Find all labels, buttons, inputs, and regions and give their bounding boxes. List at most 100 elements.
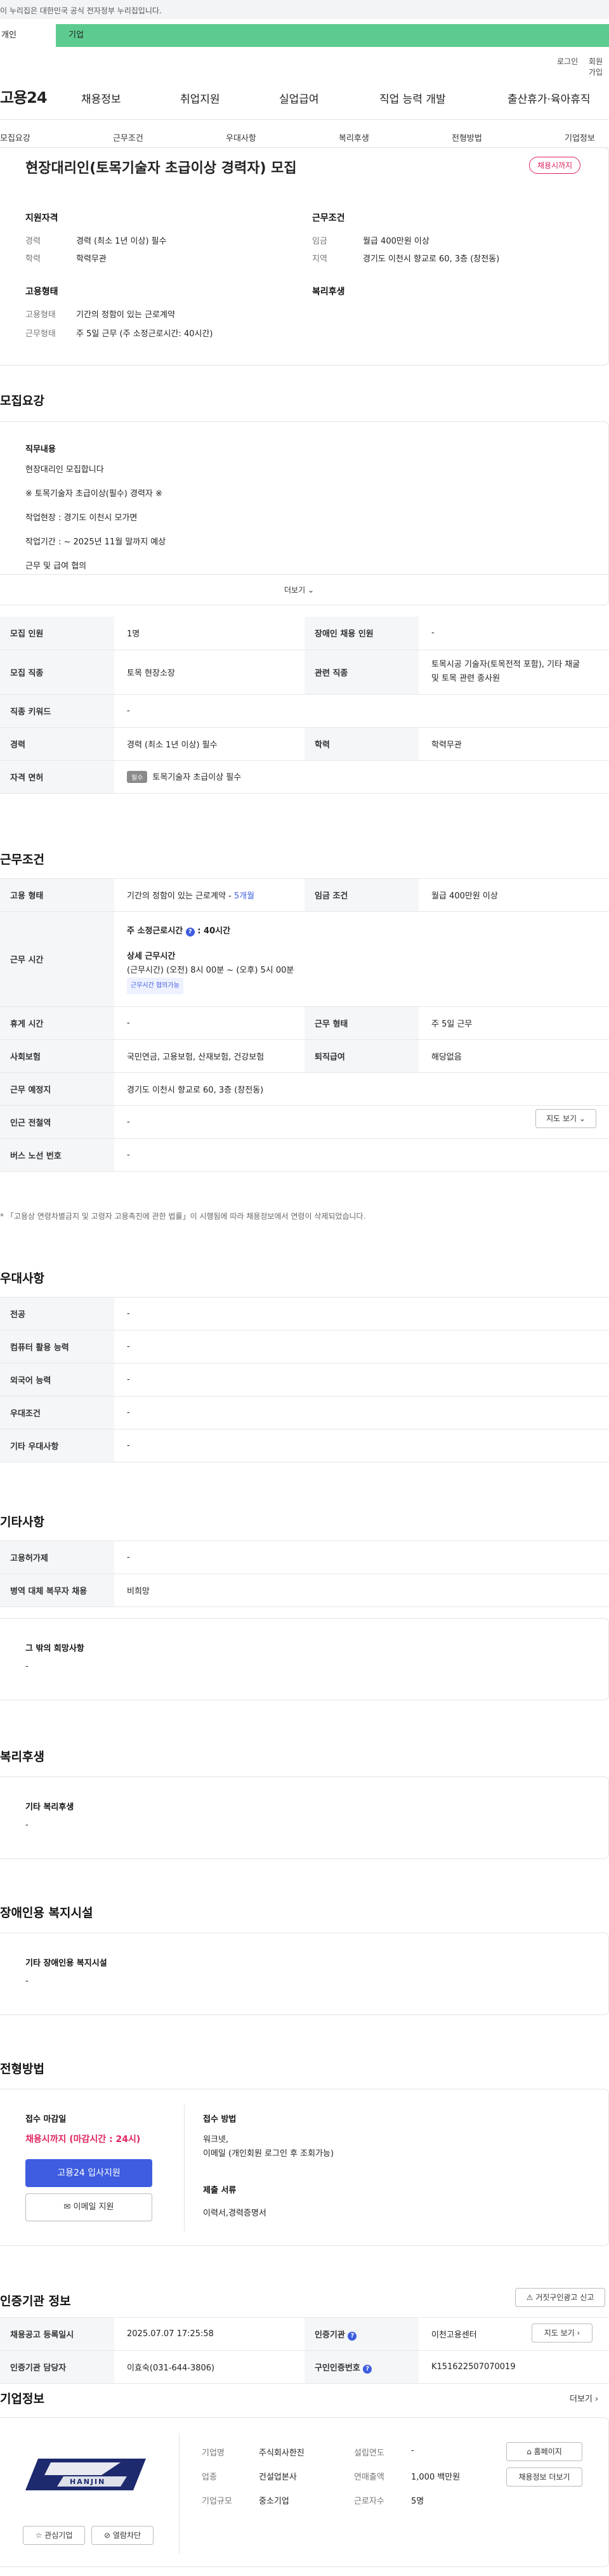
emp-type-value: 기간의 정함이 있는 근로계약 - 5개월 bbox=[114, 878, 304, 912]
lnb-company[interactable]: 기업정보 bbox=[565, 131, 595, 143]
disability-sub: 기타 장애인용 복지시설 bbox=[25, 1959, 107, 1968]
required-tag: 필수 bbox=[127, 771, 148, 783]
conditions-table: 고용 형태 기간의 정함이 있는 근로계약 - 5개월 임금 조건 월급 400… bbox=[0, 878, 609, 1172]
audience-tabs: 개인 기업 bbox=[0, 24, 609, 47]
emp-heading: 고용형태 bbox=[25, 287, 58, 297]
favorite-company-button[interactable]: ☆ 관심기업 bbox=[23, 2526, 85, 2545]
pref-major-value: - bbox=[114, 1297, 609, 1331]
severance-key: 퇴직급여 bbox=[304, 1039, 419, 1073]
job-type-key: 모집 직종 bbox=[0, 650, 114, 695]
recruit-duty-card: 직무내용 현장대리인 모집합니다 ※ 토목기술자 초급이상(필수) 경력자 ※ … bbox=[0, 421, 609, 605]
method-heading: 접수 방법 bbox=[203, 2115, 237, 2124]
welfare-sub: 기타 복리후생 bbox=[25, 1803, 74, 1812]
gov-banner-text: 이 누리집은 대한민국 공식 전자정부 누리집입니다. bbox=[0, 6, 162, 15]
reg-date-key: 채용공고 등록일시 bbox=[0, 2317, 114, 2351]
hours-key: 근무 시간 bbox=[0, 911, 114, 1007]
gnb-jobs[interactable]: 채용정보 bbox=[81, 90, 121, 106]
report-icon: ⚠ bbox=[526, 2293, 534, 2302]
wage-key: 임금 bbox=[312, 237, 327, 246]
block-view-button[interactable]: ⊘ 열람차단 bbox=[91, 2526, 154, 2545]
emp-type-key: 고용형태 bbox=[25, 310, 56, 320]
work-place-value: 경기도 이천시 향교로 60, 3층 (창전동) bbox=[114, 1072, 609, 1106]
recruit-table: 모집 인원 1명 장애인 채용 인원 - 모집 직종 토목 현장소장 관련 직종… bbox=[0, 617, 609, 794]
duty-line: 작업현장 : 경기도 이천시 모가면 bbox=[25, 513, 138, 523]
company-card: HANJIN ☆ 관심기업 ⊘ 열람차단 기업명 주식회사한진 업종 건설업본사… bbox=[0, 2417, 609, 2567]
lnb-welfare[interactable]: 복리후생 bbox=[339, 131, 369, 143]
company-name-key: 기업명 bbox=[202, 2448, 225, 2458]
career-value: 경력 (최소 1년 이상) 필수 bbox=[114, 727, 304, 761]
info-icon[interactable]: ? bbox=[185, 927, 195, 936]
company-more-link[interactable]: 더보기 › bbox=[570, 2392, 598, 2404]
pref-other-value: - bbox=[114, 1429, 609, 1462]
pref-language-value: - bbox=[114, 1363, 609, 1396]
bus-value: - bbox=[114, 1138, 609, 1172]
pref-condition-value: - bbox=[114, 1396, 609, 1429]
apply-button[interactable]: 고용24 입사지원 bbox=[25, 2159, 152, 2187]
wage-value: 월급 400만원 이상 bbox=[419, 878, 609, 912]
info-icon[interactable]: ? bbox=[348, 2331, 357, 2341]
section-recruit-heading: 모집요강 bbox=[0, 394, 44, 408]
disability-value: - bbox=[25, 1976, 29, 1986]
company-size-value: 중소기업 bbox=[259, 2497, 289, 2506]
gnb-employment-support[interactable]: 취업지원 bbox=[180, 90, 220, 106]
recruit-more-button[interactable]: 더보기 ⌄ bbox=[284, 584, 314, 595]
age-notice: * 「고용상 연령차별금지 및 고령자 고용촉진에 관한 법률」이 시행됨에 따… bbox=[0, 1212, 366, 1221]
chevron-right-icon: › bbox=[577, 2329, 580, 2337]
employment-permit-value: - bbox=[114, 1541, 609, 1574]
sales-key: 연매출액 bbox=[354, 2473, 384, 2482]
docs-value: 이력서,경력증명서 bbox=[203, 2209, 266, 2218]
tab-business[interactable]: 기업 bbox=[56, 24, 609, 47]
site-logo[interactable]: 고용24 bbox=[0, 85, 48, 107]
emp-type-key: 고용 형태 bbox=[0, 878, 114, 912]
edu-key: 학력 bbox=[304, 727, 419, 761]
gnb-vocational-training[interactable]: 직업 능력 개발 bbox=[379, 90, 446, 106]
lnb-conditions[interactable]: 근무조건 bbox=[113, 131, 143, 143]
report-fake-ad-button[interactable]: ⚠ 거짓구인광고 신고 bbox=[515, 2288, 605, 2307]
homepage-button[interactable]: ⌂ 홈페이지 bbox=[506, 2442, 582, 2461]
tab-private[interactable]: 개인 bbox=[0, 24, 56, 47]
selection-card: 접수 마감일 채용시까지 (마감시간 : 24시) 고용24 입사지원 ✉ 이메… bbox=[0, 2089, 609, 2246]
employment-permit-key: 고용허가제 bbox=[0, 1541, 114, 1574]
agency-manager-key: 인증기관 담당자 bbox=[0, 2350, 114, 2384]
login-link[interactable]: 로그인 bbox=[557, 56, 578, 67]
pref-condition-key: 우대조건 bbox=[0, 1396, 114, 1429]
email-apply-button[interactable]: ✉ 이메일 지원 bbox=[25, 2193, 152, 2221]
duty-line: ※ 토목기술자 초급이상(필수) 경력자 ※ bbox=[25, 489, 162, 499]
extra-wish-heading: 그 밖의 희망사항 bbox=[25, 1644, 84, 1653]
wage-key: 임금 조건 bbox=[304, 878, 419, 912]
qual-heading: 지원자격 bbox=[25, 213, 58, 223]
gnb-parental-leave[interactable]: 출산휴가·육아휴직 bbox=[508, 90, 591, 106]
license-value: 필수 토목기술자 초급이상 필수 bbox=[114, 760, 609, 794]
welfare-card: 기타 복리후생 - bbox=[0, 1777, 609, 1859]
severance-value: 해당없음 bbox=[419, 1039, 609, 1073]
keyword-key: 직종 키워드 bbox=[0, 694, 114, 728]
pref-language-key: 외국어 능력 bbox=[0, 1363, 114, 1396]
info-icon[interactable]: ? bbox=[363, 2364, 372, 2374]
map-view-button[interactable]: 지도 보기 ⌄ bbox=[535, 1109, 596, 1128]
agency-map-button[interactable]: 지도 보기 › bbox=[532, 2323, 593, 2343]
lnb-preference[interactable]: 우대사항 bbox=[226, 131, 256, 143]
lnb-selection[interactable]: 전형방법 bbox=[452, 131, 482, 143]
job-summary-card: 현장대리인(토목기술자 초급이상 경력자) 모집 채용시까지 지원자격 경력 경… bbox=[0, 147, 609, 365]
edu-key: 학력 bbox=[25, 254, 41, 264]
gnb-unemployment-benefit[interactable]: 실업급여 bbox=[279, 90, 319, 106]
hours-value: 주 소정근로시간 ? : 40시간 상세 근무시간 (근무시간) (오전) 8시… bbox=[114, 911, 609, 1007]
disabled-count-key: 장애인 채용 인원 bbox=[304, 617, 419, 650]
job-title: 현장대리인(토목기술자 초급이상 경력자) 모집 bbox=[25, 161, 297, 176]
more-jobs-button[interactable]: 채용정보 더보기 bbox=[506, 2468, 582, 2487]
work-form-value: 주 5일 근무 bbox=[419, 1006, 609, 1040]
duty-line: 현장대리인 모집합니다 bbox=[25, 465, 104, 475]
home-icon: ⌂ bbox=[527, 2447, 532, 2456]
wage-value: 월급 400만원 이상 bbox=[363, 237, 429, 246]
company-logo: HANJIN bbox=[25, 2452, 152, 2497]
location-key: 지역 bbox=[312, 254, 327, 264]
lnb-recruit[interactable]: 모집요강 bbox=[0, 131, 30, 143]
join-link[interactable]: 회원가입 bbox=[589, 56, 609, 77]
logo-text: HANJIN bbox=[70, 2478, 106, 2486]
gov-banner: 이 누리집은 대한민국 공식 전자정부 누리집입니다. bbox=[0, 0, 609, 19]
insurance-value: 국민연금, 고용보험, 산재보험, 건강보험 bbox=[114, 1039, 304, 1073]
count-value: 1명 bbox=[114, 617, 304, 650]
pref-computer-key: 컴퓨터 활용 능력 bbox=[0, 1330, 114, 1364]
cert-no-key: 구인인증번호 ? bbox=[304, 2350, 419, 2384]
rest-key: 휴게 시간 bbox=[0, 1006, 114, 1040]
